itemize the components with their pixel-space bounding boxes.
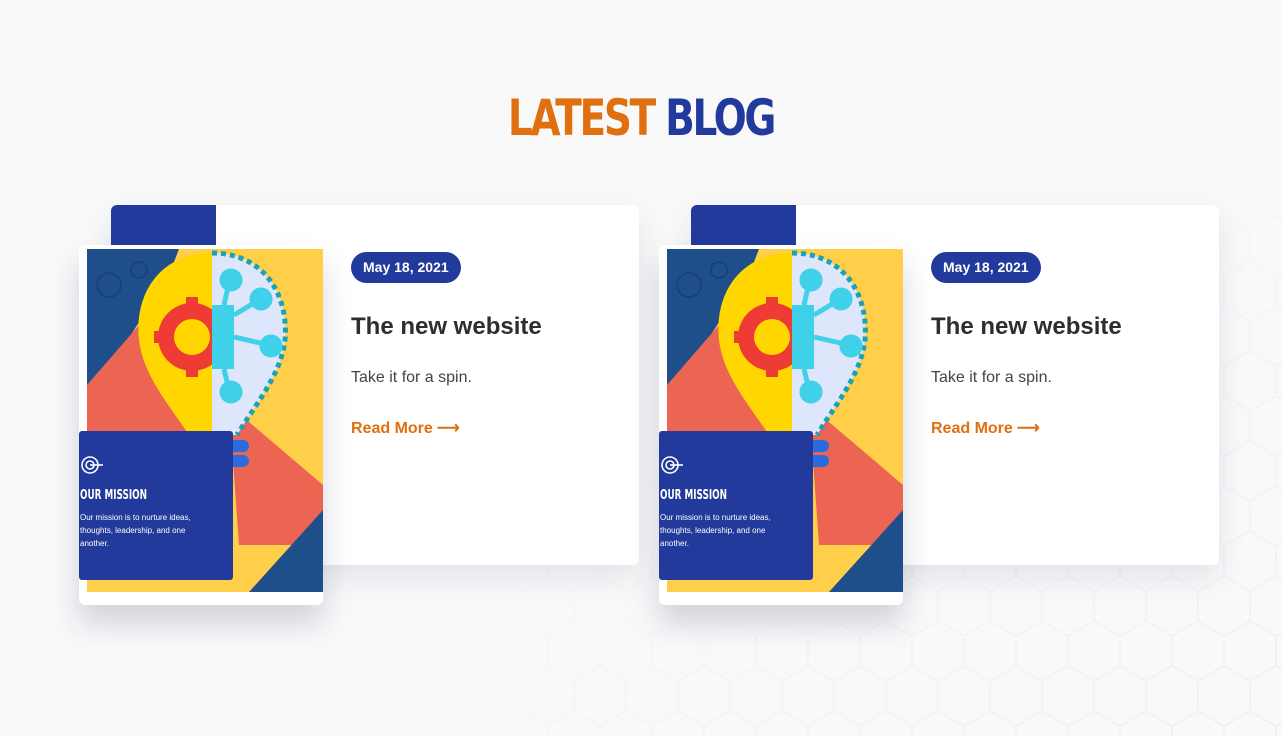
blog-post-card: OUR MISSION Our mission is to nurture id… [659,205,1219,605]
image-text-line2: thoughts, leadership, and one [660,526,766,535]
blog-post-card: OUR MISSION Our mission is to nurture id… [79,205,639,605]
section-title-part1: LATEST [507,89,656,147]
post-excerpt: Take it for a spin. [351,369,472,386]
read-more-label: Read More [931,420,1013,437]
read-more-label: Read More [351,420,433,437]
image-text-line1: Our mission is to nurture ideas, [80,513,191,522]
lightbulb-illustration: OUR MISSION Our mission is to nurture id… [659,249,903,592]
post-title[interactable]: The new website [351,313,542,341]
post-title[interactable]: The new website [931,313,1122,341]
post-date-badge: May 18, 2021 [931,252,1041,283]
post-thumbnail[interactable]: OUR MISSION Our mission is to nurture id… [659,245,903,605]
image-heading: OUR MISSION [80,488,147,503]
image-text-line2: thoughts, leadership, and one [80,526,186,535]
post-date-badge: May 18, 2021 [351,252,461,283]
image-text-line3: another. [80,539,109,548]
section-title: LATEST BLOG [141,88,1141,148]
read-more-link[interactable]: Read More ⟶ [931,418,1040,438]
section-title-part2: BLOG [665,89,776,147]
image-heading: OUR MISSION [660,488,727,503]
post-thumbnail[interactable]: OUR MISSION Our mission is to nurture id… [79,245,323,605]
arrow-right-icon: ⟶ [436,420,460,437]
read-more-link[interactable]: Read More ⟶ [351,418,460,438]
image-text-line1: Our mission is to nurture ideas, [660,513,771,522]
lightbulb-illustration: OUR MISSION Our mission is to nurture id… [79,249,323,592]
arrow-right-icon: ⟶ [1016,420,1040,437]
post-excerpt: Take it for a spin. [931,369,1052,386]
image-text-line3: another. [660,539,689,548]
